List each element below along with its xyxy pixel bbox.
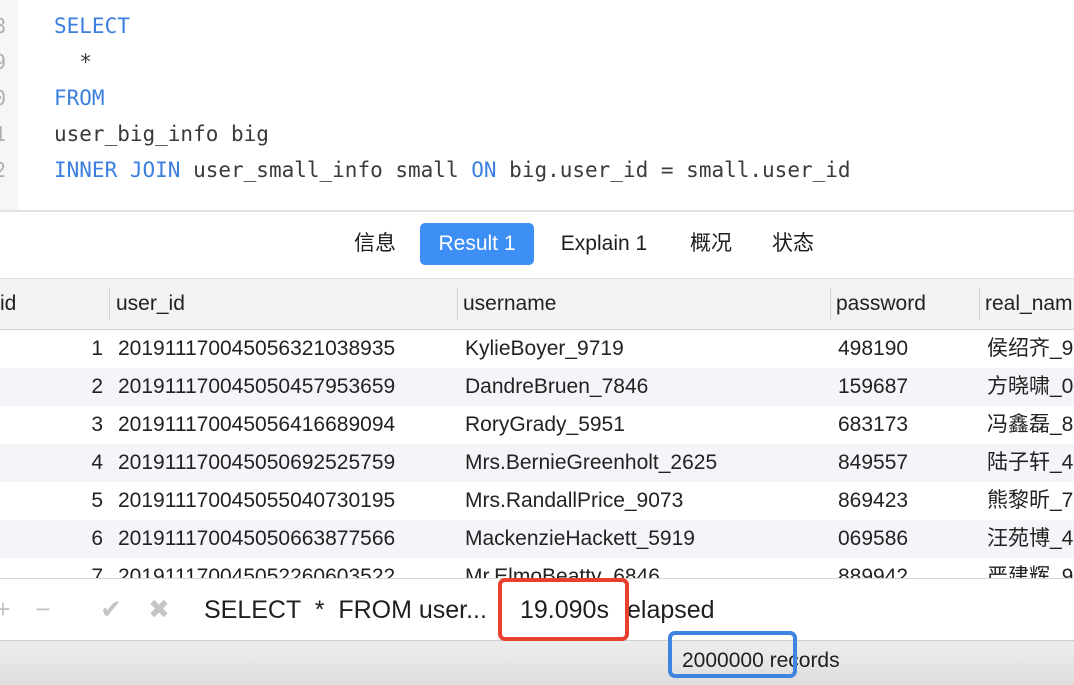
minus-icon[interactable]: − bbox=[28, 593, 58, 625]
column-header-user-id[interactable]: user_id bbox=[110, 279, 456, 329]
cell-id[interactable]: 6 bbox=[0, 520, 103, 558]
x-icon[interactable]: ✖ bbox=[144, 593, 174, 625]
table-row[interactable]: 1 20191117004505632103893​5 KylieBoyer_971… bbox=[0, 330, 1074, 368]
table-row[interactable]: 2 2019111700450504579536​59 DandreBruen_78… bbox=[0, 368, 1074, 406]
cell-password[interactable]: 869423 bbox=[838, 482, 978, 520]
cell-username[interactable]: KylieBoyer_9719 bbox=[465, 330, 827, 368]
executed-query-text: SELECT * FROM user... bbox=[204, 596, 487, 624]
cell-real-name[interactable]: 方晓啸_0 bbox=[987, 368, 1074, 406]
sql-keyword: FROM bbox=[54, 86, 105, 110]
check-icon[interactable]: ✔ bbox=[96, 593, 126, 625]
tab-status[interactable]: 状态 bbox=[758, 223, 828, 265]
cell-password[interactable]: 683173 bbox=[838, 406, 978, 444]
cell-username[interactable]: DandreBruen_7846 bbox=[465, 368, 827, 406]
sql-keyword: ON bbox=[471, 158, 497, 182]
cell-username[interactable]: Mrs.RandallPrice_9073 bbox=[465, 482, 827, 520]
cell-username[interactable]: Mr.ElmoBeatty_6846 bbox=[465, 558, 827, 578]
cell-user-id[interactable]: 2019111700450506925257​59 bbox=[118, 444, 456, 482]
cell-real-name[interactable]: 冯鑫磊_8 bbox=[987, 406, 1074, 444]
grid-header: id user_id username password real_nam bbox=[0, 278, 1074, 330]
cell-id[interactable]: 4 bbox=[0, 444, 103, 482]
cell-user-id[interactable]: 2019111700450506638775​66 bbox=[118, 520, 456, 558]
cell-username[interactable]: Mrs.BernieGreenholt_2625 bbox=[465, 444, 827, 482]
line-number: 0 bbox=[0, 86, 7, 110]
sql-keyword: SELECT bbox=[54, 14, 130, 38]
sql-text: * bbox=[54, 50, 92, 74]
cell-id[interactable]: 5 bbox=[0, 482, 103, 520]
tab-explain-1[interactable]: Explain 1 bbox=[548, 223, 660, 265]
line-number: 1 bbox=[0, 122, 7, 146]
cell-real-name[interactable]: 侯绍齐_9 bbox=[987, 330, 1074, 368]
cell-id[interactable]: 2 bbox=[0, 368, 103, 406]
cell-username[interactable]: RoryGrady_5951 bbox=[465, 406, 827, 444]
table-row[interactable]: 7 2019111700450522606035​22 Mr.ElmoBeatty_… bbox=[0, 558, 1074, 578]
cell-user-id[interactable]: 2019111700450522606035​22 bbox=[118, 558, 456, 578]
cell-user-id[interactable]: 20191117004505632103893​5 bbox=[118, 330, 456, 368]
table-row[interactable]: 4 2019111700450506925257​59 Mrs.BernieGree… bbox=[0, 444, 1074, 482]
code-text[interactable]: SELECT bbox=[54, 8, 130, 44]
sql-text: user_small_info small bbox=[180, 158, 472, 182]
cell-user-id[interactable]: 2019111700450504579536​59 bbox=[118, 368, 456, 406]
code-text[interactable]: INNER JOIN user_small_info small ON big.… bbox=[54, 152, 851, 188]
column-header-real-name[interactable]: real_nam bbox=[979, 279, 1074, 329]
cell-password[interactable]: 069586 bbox=[838, 520, 978, 558]
elapsed-label: elapsed bbox=[627, 596, 715, 624]
cell-username[interactable]: MackenzieHackett_5919 bbox=[465, 520, 827, 558]
cell-id[interactable]: 1 bbox=[0, 330, 103, 368]
result-grid[interactable]: id user_id username password real_nam 12… bbox=[0, 278, 1074, 578]
tab-result-1[interactable]: Result 1 bbox=[420, 223, 534, 265]
table-row[interactable]: 5 2019111700450550407301​95 Mrs.RandallPri… bbox=[0, 482, 1074, 520]
plus-icon[interactable]: + bbox=[0, 593, 18, 625]
cell-id[interactable]: 7 bbox=[0, 558, 103, 578]
sql-text: big.user_id = small.user_id bbox=[496, 158, 851, 182]
tab-info[interactable]: 信息 bbox=[340, 223, 410, 265]
cell-user-id[interactable]: 2019111700450564166890​94 bbox=[118, 406, 456, 444]
cell-password[interactable]: 498190 bbox=[838, 330, 978, 368]
table-row[interactable]: 3 2019111700450564166890​94 RoryGrady_5951… bbox=[0, 406, 1074, 444]
column-header-password[interactable]: password bbox=[830, 279, 978, 329]
cell-password[interactable]: 159687 bbox=[838, 368, 978, 406]
cell-user-id[interactable]: 2019111700450550407301​95 bbox=[118, 482, 456, 520]
records-bar: 2000000 records bbox=[0, 640, 1074, 685]
column-header-id[interactable]: id bbox=[0, 279, 110, 329]
cell-real-name[interactable]: 熊黎昕_7 bbox=[987, 482, 1074, 520]
record-count-highlight bbox=[668, 631, 797, 678]
line-number: 2 bbox=[0, 158, 7, 182]
sql-editor[interactable]: 8 SELECT 9 * 0 FROM 1 user_big_info big 2 INNER … bbox=[0, 0, 1074, 210]
sql-text: user_big_info big bbox=[54, 122, 269, 146]
result-tabs: 信息 Result 1 Explain 1 概况 状态 bbox=[0, 212, 1074, 278]
cell-real-name[interactable]: 汪苑博_4 bbox=[987, 520, 1074, 558]
code-text[interactable]: * bbox=[54, 44, 92, 80]
code-text[interactable]: user_big_info big bbox=[54, 116, 269, 152]
code-text[interactable]: FROM bbox=[54, 80, 105, 116]
cell-password[interactable]: 889942 bbox=[838, 558, 978, 578]
line-number: 9 bbox=[0, 50, 7, 74]
table-row[interactable]: 6 2019111700450506638775​66 MackenzieHacke… bbox=[0, 520, 1074, 558]
cell-real-name[interactable]: 陆子轩_4 bbox=[987, 444, 1074, 482]
sql-keyword: INNER JOIN bbox=[54, 158, 181, 182]
tab-overview[interactable]: 概况 bbox=[676, 223, 746, 265]
execution-time-highlight bbox=[498, 578, 629, 641]
line-number: 8 bbox=[0, 14, 7, 38]
cell-id[interactable]: 3 bbox=[0, 406, 103, 444]
cell-password[interactable]: 849557 bbox=[838, 444, 978, 482]
cell-real-name[interactable]: 严建辉_9 bbox=[987, 558, 1074, 578]
column-header-username[interactable]: username bbox=[457, 279, 829, 329]
